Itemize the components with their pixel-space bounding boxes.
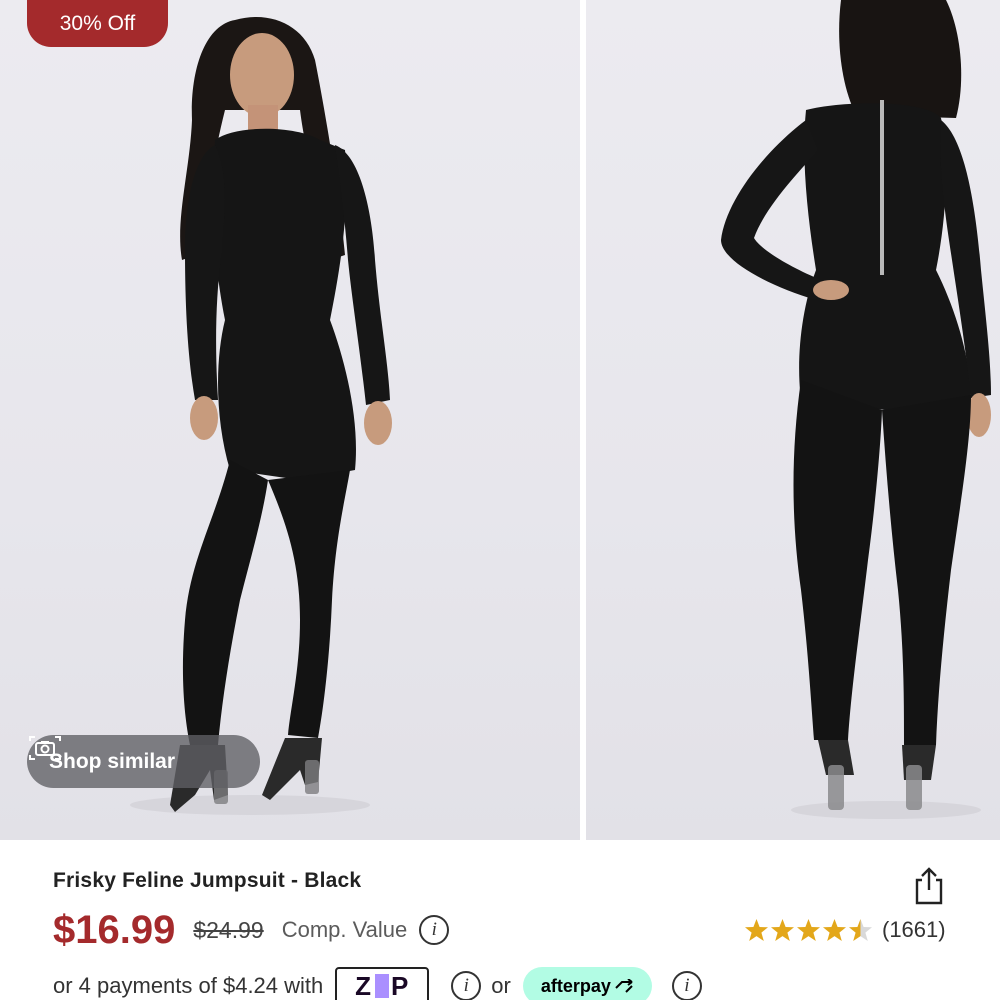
zip-i-mark [375,974,390,998]
product-photo-back[interactable] [586,0,1000,840]
rating[interactable]: (1661) [744,914,946,946]
star-rating [744,918,874,943]
shop-similar-label: Shop similar [49,749,176,773]
payment-options: or 4 payments of $4.24 with zip ZP i or … [53,966,702,1000]
comp-value-info-icon[interactable]: i [419,915,450,945]
shop-similar-button[interactable]: Shop similar [27,735,260,788]
comp-value-label: Comp. Value [281,917,408,942]
discount-badge: 30% Off [27,0,168,47]
product-gallery[interactable]: 30% Off Shop similar [0,0,1000,840]
afterpay-label: afterpay [540,975,611,996]
afterpay-arrows-icon [615,979,633,993]
star-icon [797,918,820,941]
camera-icon [29,736,61,760]
model-front-illustration [130,16,392,815]
zip-wordmark-p: P [391,970,410,1000]
zip-info-icon[interactable]: i [451,971,482,1000]
product-title: Frisky Feline Jumpsuit - Black [53,869,362,892]
installment-text: or 4 payments of $4.24 with [53,973,324,998]
review-count: (1661) [882,917,946,942]
sale-price: $16.99 [53,907,176,952]
product-page: 30% Off Shop similar Frisky Feline Jumps… [0,0,1000,1000]
zip-logo[interactable]: zip ZP [335,967,430,1000]
star-icon [745,918,768,941]
star-icon [823,918,846,941]
zip-wordmark: Z [355,970,374,1000]
price-row: $16.99 $24.99 Comp. Value i [53,904,450,956]
afterpay-logo[interactable]: afterpay [522,967,652,1000]
or-label: or [491,973,511,998]
share-icon[interactable] [910,866,948,906]
product-photo-front[interactable]: 30% Off Shop similar [0,0,580,840]
product-info: Frisky Feline Jumpsuit - Black $16.99 $2… [0,840,1000,1000]
afterpay-info-icon[interactable]: i [671,971,702,1000]
star-icon [849,918,872,941]
original-price: $24.99 [193,916,264,943]
model-back-illustration [721,0,991,819]
star-icon [771,918,794,941]
